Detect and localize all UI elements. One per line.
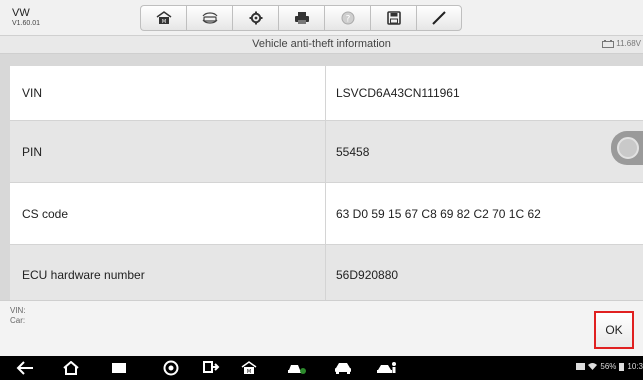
screen-switch-button[interactable] [200, 359, 222, 377]
car-person-button[interactable] [376, 359, 398, 377]
vci-button[interactable] [286, 359, 308, 377]
brand-name: VW [12, 7, 30, 19]
wifi-icon [588, 363, 598, 370]
table-row: PIN 55458 [10, 121, 643, 183]
battery-voltage: 11.68V [616, 39, 641, 48]
footer-bar: VIN: Car: OK [0, 300, 643, 356]
floating-menu-knob-icon [617, 137, 639, 159]
car-label: Car: [10, 316, 26, 325]
battery-percent: 56% [600, 362, 617, 371]
system-nav-bar: M 56% 10:3 [0, 356, 643, 380]
row-value: 55458 [336, 144, 370, 159]
printer-icon [294, 12, 309, 24]
android-home-icon [63, 361, 79, 375]
toolbar: M ? [140, 5, 462, 31]
save-button[interactable] [370, 5, 416, 31]
vehicle-swap-icon [202, 12, 217, 24]
row-value: 56D920880 [336, 267, 399, 282]
ok-button-label: OK [605, 323, 623, 337]
content-area: VIN LSVCD6A43CN111961 PIN 55458 CS code … [0, 54, 643, 300]
status-area: 56% 10:3 [576, 362, 643, 371]
help-button[interactable]: ? [324, 5, 370, 31]
title-bar: Vehicle anti-theft information 11.68V [0, 36, 643, 54]
vehicle-swap-button[interactable] [186, 5, 232, 31]
settings-button[interactable] [232, 5, 278, 31]
save-icon [386, 11, 401, 25]
maxifix-home-button[interactable]: M [238, 359, 260, 377]
message-icon [576, 363, 586, 370]
row-key: PIN [10, 121, 326, 182]
row-value: LSVCD6A43CN111961 [336, 86, 460, 100]
row-key: VIN [10, 66, 326, 120]
print-button[interactable] [278, 5, 324, 31]
browser-button[interactable] [160, 359, 182, 377]
car-connect-icon [288, 365, 306, 374]
svg-text:M: M [161, 19, 165, 25]
ok-button[interactable]: OK [594, 311, 634, 349]
svg-text:M: M [247, 369, 251, 375]
clock: 10:3 [627, 362, 643, 371]
screen-switch-icon [203, 361, 220, 373]
home-icon: M [156, 11, 171, 25]
row-key: CS code [10, 183, 326, 244]
car-person-icon [377, 362, 396, 373]
pen-icon [432, 11, 446, 25]
battery-icon [602, 39, 615, 48]
info-table[interactable]: VIN LSVCD6A43CN111961 PIN 55458 CS code … [10, 66, 643, 300]
page-title: Vehicle anti-theft information [252, 38, 391, 50]
home-icon: M [241, 361, 257, 375]
home-button[interactable]: M [140, 5, 186, 31]
recents-icon [112, 363, 126, 373]
brand-block: VW V1.60.01 [12, 7, 40, 29]
floating-menu-handle[interactable] [611, 131, 643, 165]
browser-icon [163, 360, 179, 376]
row-key: ECU hardware number [10, 245, 326, 300]
device-battery-icon [619, 362, 625, 371]
table-row: CS code 63 D0 59 15 67 C8 69 82 C2 70 1C… [10, 183, 643, 245]
help-icon: ? [341, 11, 354, 25]
vin-label: VIN: [10, 306, 26, 315]
top-bar: VW V1.60.01 M ? [0, 0, 643, 36]
svg-text:?: ? [345, 15, 350, 25]
car-icon [335, 363, 351, 374]
battery-indicator: 11.68V [602, 39, 641, 48]
home-nav-button[interactable] [60, 359, 82, 377]
table-row: VIN LSVCD6A43CN111961 [10, 66, 643, 121]
settings-gear-icon [249, 11, 262, 25]
back-arrow-icon [16, 361, 33, 375]
car-button[interactable] [332, 359, 354, 377]
version-label: V1.60.01 [12, 20, 41, 27]
row-value: 63 D0 59 15 67 C8 69 82 C2 70 1C 62 [336, 206, 541, 221]
edit-button[interactable] [416, 5, 462, 31]
table-row: ECU hardware number 56D920880 [10, 245, 643, 300]
recents-button[interactable] [108, 359, 130, 377]
back-button[interactable] [14, 359, 36, 377]
